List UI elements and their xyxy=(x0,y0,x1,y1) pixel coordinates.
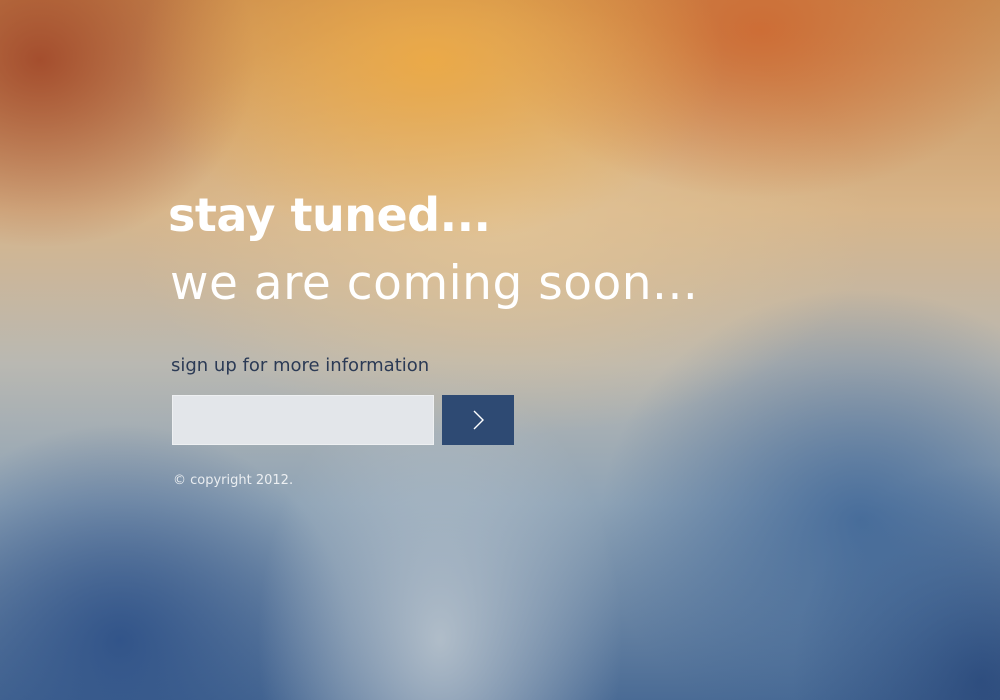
copyright-text: © copyright 2012. xyxy=(173,473,294,488)
page-title: stay tuned... xyxy=(168,188,491,242)
email-input[interactable] xyxy=(172,395,434,445)
signup-form xyxy=(172,395,868,445)
signup-label: sign up for more information xyxy=(171,355,430,376)
chevron-right-icon xyxy=(471,409,485,431)
page-subtitle: we are coming soon... xyxy=(170,256,699,311)
submit-button[interactable] xyxy=(442,395,514,445)
coming-soon-panel: stay tuned... we are coming soon... sign… xyxy=(168,186,868,490)
